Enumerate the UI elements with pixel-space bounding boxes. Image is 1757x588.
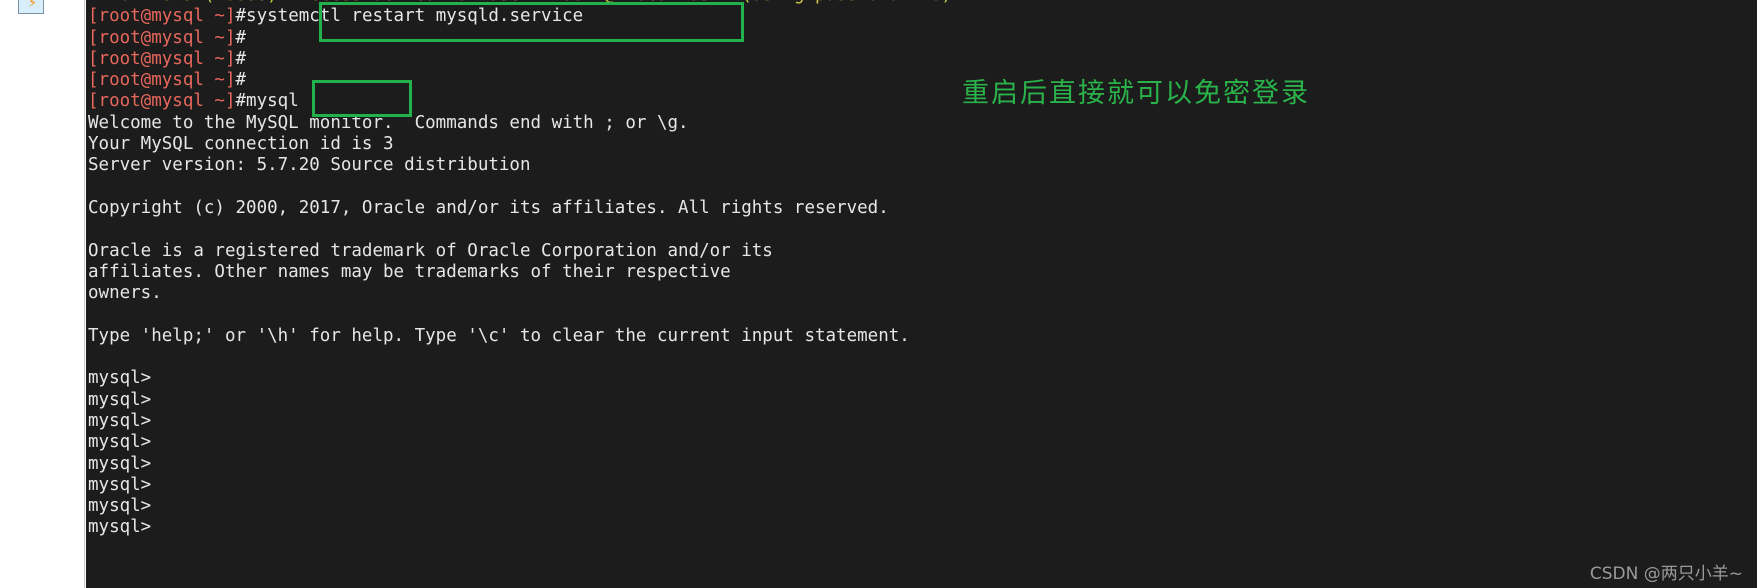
terminal-text-segment: Copyright (c) 2000, 2017, Oracle and/or …	[88, 197, 889, 218]
csdn-watermark: CSDN @两只小羊~	[1589, 564, 1743, 584]
terminal-text-segment: Your MySQL connection id is 3	[88, 134, 394, 155]
terminal-text-segment: #	[235, 27, 247, 48]
terminal-line-line-server-version: Server version: 5.7.20 Source distributi…	[88, 155, 1757, 176]
terminal-line-line-copyright: Copyright (c) 2000, 2017, Oracle and/or …	[88, 198, 1757, 219]
terminal-pane[interactable]: ERROR 1045 (28000): Access denied for us…	[86, 0, 1757, 588]
terminal-text-segment: #systemctl restart mysqld.service	[235, 6, 584, 27]
terminal-text-segment: Oracle is a registered trademark of Orac…	[88, 240, 773, 261]
xshell-session-icon[interactable]: ⚡	[18, 0, 44, 14]
terminal-line-line-mysql-prompt-4: mysql>	[88, 432, 1757, 453]
terminal-text-segment: mysql>	[88, 517, 152, 538]
terminal-line-line-mysql-prompt-2: mysql>	[88, 390, 1757, 411]
terminal-text-segment: mysql>	[88, 410, 152, 431]
terminal-line-line-trademark-2: affiliates. Other names may be trademark…	[88, 262, 1757, 283]
terminal-line-line-connection-id: Your MySQL connection id is 3	[88, 134, 1757, 155]
terminal-text-segment: #	[235, 70, 247, 91]
terminal-line-line-trademark-1: Oracle is a registered trademark of Orac…	[88, 241, 1757, 262]
screenshot-root: ⚡ ERROR 1045 (28000): Access denied for …	[0, 0, 1757, 588]
terminal-line-line-prompt-restart: [root@mysql ~]#systemctl restart mysqld.…	[88, 6, 1757, 27]
terminal-line-line-help-hint: Type 'help;' or '\h' for help. Type '\c'…	[88, 326, 1757, 347]
terminal-text-segment: [root@mysql ~]	[88, 91, 236, 112]
terminal-text-segment: [root@mysql ~]	[88, 6, 236, 27]
terminal-text-segment: [root@mysql ~]	[88, 48, 236, 69]
terminal-line-line-mysql-prompt-5: mysql>	[88, 454, 1757, 475]
terminal-line-line-mysql-prompt-3: mysql>	[88, 411, 1757, 432]
lightning-bolt-icon: ⚡	[28, 0, 38, 11]
terminal-text-segment: #mysql	[235, 91, 299, 112]
terminal-text-segment: Server version: 5.7.20 Source distributi…	[88, 155, 531, 176]
terminal-line-line-trademark-3: owners.	[88, 283, 1757, 304]
terminal-line-line-blank-1	[88, 177, 1757, 198]
terminal-text-segment: [root@mysql ~]	[88, 27, 236, 48]
terminal-text-segment: [root@mysql ~]	[88, 70, 236, 91]
terminal-text-segment: ERROR 1045 (28000): Access denied for us…	[88, 0, 952, 5]
terminal-line-line-prompt-3: [root@mysql ~]#	[88, 49, 1757, 70]
session-sidebar[interactable]: ⚡	[0, 0, 85, 588]
terminal-text-segment: #	[235, 48, 247, 69]
terminal-line-line-welcome: Welcome to the MySQL monitor. Commands e…	[88, 113, 1757, 134]
terminal-line-line-mysql-prompt-1: mysql>	[88, 368, 1757, 389]
terminal-line-line-blank-4	[88, 347, 1757, 368]
terminal-text-segment: mysql>	[88, 368, 152, 389]
terminal-text-segment: affiliates. Other names may be trademark…	[88, 261, 731, 282]
annotation-chinese-note: 重启后直接就可以免密登录	[962, 78, 1310, 109]
terminal-line-line-mysql-prompt-7: mysql>	[88, 496, 1757, 517]
terminal-line-line-mysql-prompt-8: mysql>	[88, 517, 1757, 538]
terminal-text-segment: mysql>	[88, 474, 152, 495]
terminal-line-line-prompt-4: [root@mysql ~]#	[88, 70, 1757, 91]
terminal-text-segment: mysql>	[88, 432, 152, 453]
terminal-line-line-prompt-mysql: [root@mysql ~]#mysql	[88, 91, 1757, 112]
terminal-line-line-prompt-2: [root@mysql ~]#	[88, 28, 1757, 49]
terminal-output: ERROR 1045 (28000): Access denied for us…	[88, 0, 1757, 539]
terminal-text-segment: Welcome to the MySQL monitor. Commands e…	[88, 112, 689, 133]
terminal-text-segment: mysql>	[88, 496, 152, 517]
terminal-line-line-blank-3	[88, 304, 1757, 325]
terminal-text-segment: mysql>	[88, 389, 152, 410]
terminal-line-line-mysql-prompt-6: mysql>	[88, 475, 1757, 496]
terminal-text-segment: owners.	[88, 283, 162, 304]
terminal-text-segment: Type 'help;' or '\h' for help. Type '\c'…	[88, 325, 910, 346]
terminal-line-line-blank-2	[88, 219, 1757, 240]
terminal-text-segment: mysql>	[88, 453, 152, 474]
